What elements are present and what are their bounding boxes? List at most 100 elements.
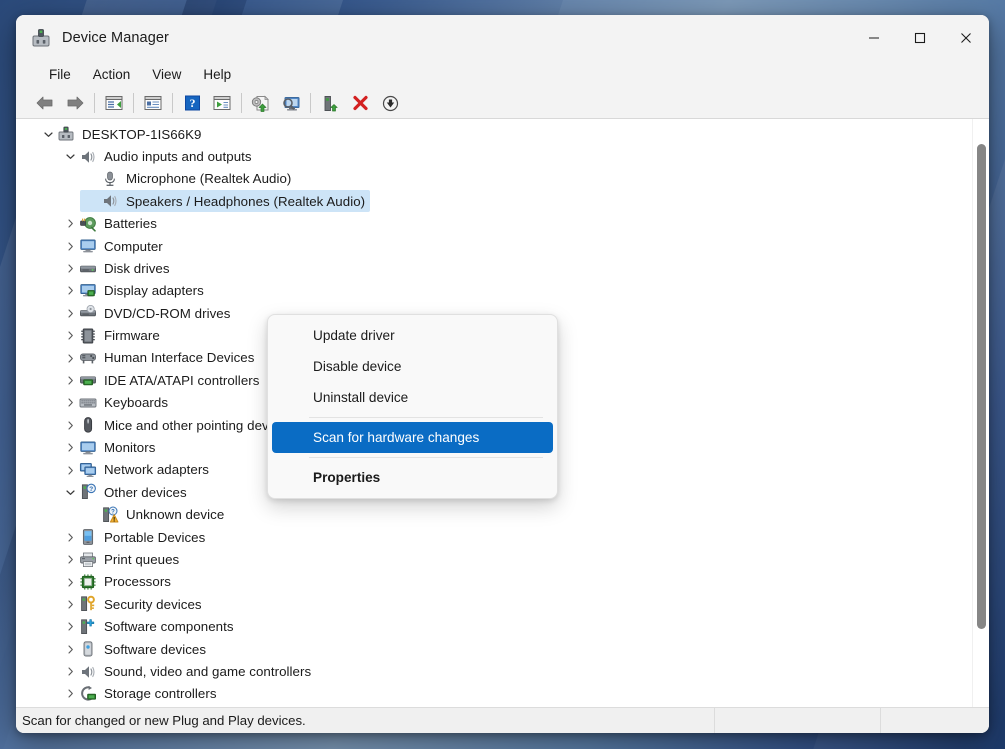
toolbar-separator xyxy=(94,93,95,113)
uninstall-device-button[interactable] xyxy=(345,90,375,116)
tree-node-label: Computer xyxy=(104,238,163,254)
tree-node[interactable]: Audio inputs and outputs xyxy=(16,145,972,167)
chevron-down-icon[interactable] xyxy=(62,146,78,168)
tree-node-label: Portable Devices xyxy=(104,529,206,545)
context-menu-item[interactable]: Properties xyxy=(272,462,553,493)
svg-text:?: ? xyxy=(89,487,93,494)
menu-action[interactable]: Action xyxy=(82,64,142,85)
chevron-right-icon[interactable] xyxy=(62,392,78,414)
chevron-down-icon[interactable] xyxy=(40,123,56,145)
update-driver-button[interactable] xyxy=(246,90,276,116)
tree-node-label: Software devices xyxy=(104,641,207,657)
network-adapter-icon xyxy=(78,460,98,480)
toolbar-separator xyxy=(172,93,173,113)
tree-node[interactable]: Sound, video and game controllers xyxy=(16,660,972,682)
chevron-right-icon[interactable] xyxy=(62,302,78,324)
enable-device-button[interactable] xyxy=(315,90,345,116)
maximize-button[interactable] xyxy=(897,15,943,60)
software-component-icon xyxy=(78,617,98,637)
tree-node[interactable]: Computer xyxy=(16,235,972,257)
disable-device-button[interactable] xyxy=(375,90,405,116)
tree-node-label: Network adapters xyxy=(104,462,210,478)
chevron-right-icon[interactable] xyxy=(62,280,78,302)
speaker-icon xyxy=(100,191,120,211)
chevron-right-icon[interactable] xyxy=(62,459,78,481)
vertical-scrollbar[interactable] xyxy=(972,119,989,707)
computer-root-icon xyxy=(56,124,76,144)
chevron-right-icon[interactable] xyxy=(62,593,78,615)
chevron-right-icon[interactable] xyxy=(62,638,78,660)
back-button[interactable] xyxy=(30,90,60,116)
printer-icon xyxy=(78,550,98,570)
minimize-button[interactable] xyxy=(851,15,897,60)
chevron-right-icon[interactable] xyxy=(62,235,78,257)
toolbar: ? xyxy=(16,88,989,119)
context-menu-item[interactable]: Uninstall device xyxy=(272,382,553,413)
tree-node-label: Sound, video and game controllers xyxy=(104,663,312,679)
tree-node[interactable]: Speakers / Headphones (Realtek Audio) xyxy=(16,190,972,213)
status-divider xyxy=(880,707,881,733)
tree-node[interactable]: Display adapters xyxy=(16,280,972,302)
chevron-right-icon[interactable] xyxy=(62,258,78,280)
chevron-right-icon[interactable] xyxy=(62,213,78,235)
show-hidden-devices-button[interactable] xyxy=(207,90,237,116)
tree-node[interactable]: Security devices xyxy=(16,593,972,615)
tree-node[interactable]: ? Unknown device xyxy=(16,504,972,526)
chevron-right-icon[interactable] xyxy=(62,526,78,548)
menu-file[interactable]: File xyxy=(38,64,82,85)
dvd-drive-icon xyxy=(78,303,98,323)
device-manager-icon xyxy=(30,28,52,48)
tree-node[interactable]: Portable Devices xyxy=(16,526,972,548)
chevron-down-icon[interactable] xyxy=(62,481,78,503)
processor-icon xyxy=(78,572,98,592)
chevron-right-icon[interactable] xyxy=(62,347,78,369)
show-hide-console-tree-button[interactable] xyxy=(99,90,129,116)
chevron-right-icon[interactable] xyxy=(62,437,78,459)
storage-controller-icon xyxy=(78,684,98,704)
context-menu-item[interactable]: Update driver xyxy=(272,320,553,351)
forward-button[interactable] xyxy=(60,90,90,116)
tree-node[interactable]: Microphone (Realtek Audio) xyxy=(16,168,972,190)
tree-node[interactable]: Print queues xyxy=(16,548,972,570)
properties-button[interactable] xyxy=(138,90,168,116)
portable-device-icon xyxy=(78,527,98,547)
chevron-right-icon[interactable] xyxy=(62,414,78,436)
toolbar-separator xyxy=(241,93,242,113)
window-title: Device Manager xyxy=(62,29,169,46)
scan-hardware-changes-button[interactable] xyxy=(276,90,306,116)
context-menu[interactable]: Update driver Disable device Uninstall dev… xyxy=(267,314,558,499)
chevron-right-icon[interactable] xyxy=(62,571,78,593)
menu-view[interactable]: View xyxy=(141,64,192,85)
close-button[interactable] xyxy=(943,15,989,60)
context-menu-item[interactable]: Disable device xyxy=(272,351,553,382)
tree-node-label: Other devices xyxy=(104,484,187,500)
help-button[interactable]: ? xyxy=(177,90,207,116)
status-divider xyxy=(714,707,715,733)
svg-text:?: ? xyxy=(189,96,195,110)
window-controls xyxy=(851,15,989,60)
status-bar: Scan for changed or new Plug and Play de… xyxy=(16,707,989,733)
tree-node-label: Security devices xyxy=(104,596,202,612)
chevron-right-icon[interactable] xyxy=(62,369,78,391)
tree-node[interactable]: Processors xyxy=(16,571,972,593)
menu-help[interactable]: Help xyxy=(192,64,242,85)
scrollbar-thumb[interactable] xyxy=(977,144,986,629)
status-message: Scan for changed or new Plug and Play de… xyxy=(22,713,306,728)
tree-node[interactable]: Software devices xyxy=(16,638,972,660)
menu-bar: File Action View Help xyxy=(16,60,989,88)
tree-node-label: Processors xyxy=(104,574,172,590)
chevron-right-icon[interactable] xyxy=(62,661,78,683)
speaker-icon xyxy=(78,147,98,167)
context-menu-item[interactable]: Scan for hardware changes xyxy=(272,422,553,453)
tree-node[interactable]: Software components xyxy=(16,616,972,638)
tree-node[interactable]: Disk drives xyxy=(16,257,972,279)
tree-node[interactable]: Storage controllers xyxy=(16,683,972,705)
chevron-right-icon[interactable] xyxy=(62,549,78,571)
tree-node[interactable]: DESKTOP-1IS66K9 xyxy=(16,123,972,145)
chevron-right-icon[interactable] xyxy=(62,616,78,638)
chevron-right-icon[interactable] xyxy=(62,683,78,705)
chevron-right-icon[interactable] xyxy=(62,325,78,347)
tree-node[interactable]: Batteries xyxy=(16,213,972,235)
